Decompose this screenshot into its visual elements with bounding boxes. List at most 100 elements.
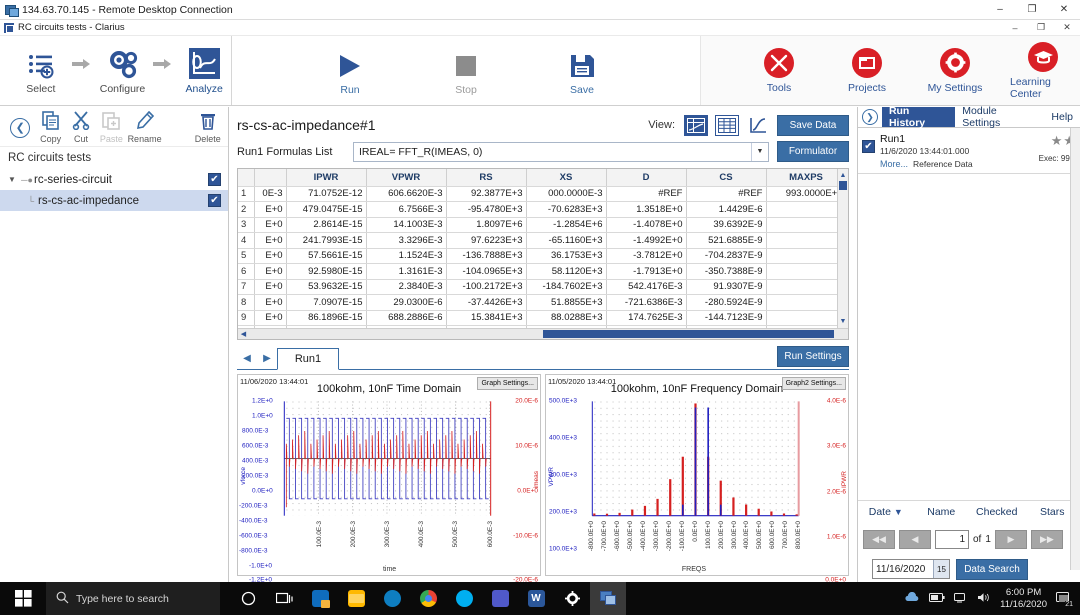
cortana-icon[interactable] bbox=[230, 582, 266, 615]
table-column-header[interactable]: MAXPS bbox=[766, 169, 846, 186]
table-cell[interactable]: 97.6223E+3 bbox=[446, 233, 526, 249]
table-cell[interactable]: E+0 bbox=[254, 295, 286, 311]
teams-icon[interactable] bbox=[482, 582, 518, 615]
explorer-back-button[interactable]: ❮ bbox=[6, 118, 34, 138]
table-cell[interactable]: 1.4429E-6 bbox=[686, 202, 766, 218]
table-cell[interactable]: -100.2172E+3 bbox=[446, 279, 526, 295]
table-cell[interactable]: -37.4426E+3 bbox=[446, 295, 526, 311]
run-more-link[interactable]: More... bbox=[880, 159, 908, 169]
table-cell[interactable]: 1.1524E-3 bbox=[366, 248, 446, 264]
scroll-up-arrow-icon[interactable]: ▲ bbox=[838, 169, 848, 181]
save-button[interactable]: Save bbox=[549, 46, 615, 96]
formulator-button[interactable]: Formulator bbox=[777, 141, 849, 162]
table-cell[interactable]: 606.6620E-3 bbox=[366, 186, 446, 202]
table-cell[interactable] bbox=[766, 233, 846, 249]
table-row[interactable]: 6E+092.5980E-151.3161E-3-104.0965E+358.1… bbox=[238, 264, 849, 280]
prev-page-button[interactable]: ◀ bbox=[899, 530, 931, 549]
minimize-button[interactable]: – bbox=[984, 0, 1016, 20]
stop-button[interactable]: Stop bbox=[433, 46, 499, 96]
table-cell[interactable]: 29.0300E-6 bbox=[366, 295, 446, 311]
row-number-cell[interactable]: 3 bbox=[238, 217, 254, 233]
app-minimize-button[interactable]: – bbox=[1002, 20, 1028, 36]
table-cell[interactable]: -1.7913E+0 bbox=[606, 264, 686, 280]
sort-descending-icon[interactable]: ▼ bbox=[894, 507, 903, 517]
table-column-header[interactable] bbox=[254, 169, 286, 186]
table-column-header[interactable]: IPWR bbox=[286, 169, 366, 186]
scroll-right-arrow-icon[interactable]: ▶ bbox=[826, 330, 837, 338]
table-cell[interactable]: 91.9307E-9 bbox=[686, 279, 766, 295]
frequency-domain-graph[interactable]: 11/05/2020 13:44:01 100kohm, 10nF Freque… bbox=[545, 374, 849, 576]
table-cell[interactable]: 1.8097E+6 bbox=[446, 217, 526, 233]
app-restore-button[interactable]: ❐ bbox=[1028, 20, 1054, 36]
row-number-cell[interactable]: 4 bbox=[238, 233, 254, 249]
table-cell[interactable]: 86.1896E-15 bbox=[286, 310, 366, 326]
table-cell[interactable] bbox=[766, 310, 846, 326]
table-cell[interactable]: #REF bbox=[606, 186, 686, 202]
table-cell[interactable]: 14.1003E-3 bbox=[366, 217, 446, 233]
battery-icon[interactable] bbox=[929, 593, 945, 604]
table-row[interactable]: 3E+02.8614E-1514.1003E-31.8097E+6-1.2854… bbox=[238, 217, 849, 233]
chrome-icon[interactable] bbox=[410, 582, 446, 615]
time-domain-graph[interactable]: 11/06/2020 13:44:01 100kohm, 10nF Time D… bbox=[237, 374, 541, 576]
table-cell[interactable]: 000.0000E-3 bbox=[526, 186, 606, 202]
right-panel-scrollbar[interactable] bbox=[1070, 128, 1080, 570]
network-icon[interactable] bbox=[954, 592, 968, 605]
table-cell[interactable]: E+0 bbox=[254, 248, 286, 264]
table-cell[interactable]: E+0 bbox=[254, 202, 286, 218]
page-number-input[interactable]: 1 bbox=[935, 530, 969, 549]
column-checked[interactable]: Checked bbox=[969, 506, 1025, 518]
table-cell[interactable] bbox=[766, 279, 846, 295]
horizontal-scroll-thumb[interactable] bbox=[543, 330, 834, 338]
data-search-button[interactable]: Data Search bbox=[956, 559, 1028, 580]
table-row[interactable]: 7E+053.9632E-152.3840E-3-100.2172E+3-184… bbox=[238, 279, 849, 295]
graph-and-sheet-view-icon[interactable] bbox=[684, 115, 708, 136]
table-cell[interactable]: 71.0752E-12 bbox=[286, 186, 366, 202]
date-input[interactable]: 11/16/2020 15 bbox=[872, 559, 950, 579]
table-cell[interactable]: -704.2837E-9 bbox=[686, 248, 766, 264]
word-icon[interactable]: W bbox=[518, 582, 554, 615]
table-vertical-scrollbar[interactable]: ▲ ▼ bbox=[837, 169, 848, 339]
ribbon-step-select[interactable]: Select bbox=[14, 46, 68, 95]
table-cell[interactable]: E+0 bbox=[254, 264, 286, 280]
learning-center-button[interactable]: Learning Center bbox=[1010, 42, 1076, 100]
table-cell[interactable]: -144.7123E-9 bbox=[686, 310, 766, 326]
run-settings-button[interactable]: Run Settings bbox=[777, 346, 849, 367]
table-cell[interactable]: 36.1753E+3 bbox=[526, 248, 606, 264]
table-column-header[interactable]: RS bbox=[446, 169, 526, 186]
tab-next-button[interactable]: ▶ bbox=[257, 353, 277, 369]
tools-button[interactable]: Tools bbox=[746, 48, 812, 94]
table-cell[interactable]: -3.7812E+0 bbox=[606, 248, 686, 264]
table-cell[interactable]: 688.2886E-6 bbox=[366, 310, 446, 326]
table-cell[interactable]: -721.6386E-3 bbox=[606, 295, 686, 311]
app-close-button[interactable]: ✕ bbox=[1054, 20, 1080, 36]
paste-button[interactable]: Paste bbox=[97, 111, 125, 144]
node-checkbox[interactable]: ✔ bbox=[208, 194, 221, 207]
table-cell[interactable]: 57.5661E-15 bbox=[286, 248, 366, 264]
run-button[interactable]: Run bbox=[317, 46, 383, 96]
table-cell[interactable]: -95.4780E+3 bbox=[446, 202, 526, 218]
edge-icon[interactable] bbox=[374, 582, 410, 615]
row-number-cell[interactable]: 2 bbox=[238, 202, 254, 218]
table-cell[interactable]: 521.6885E-9 bbox=[686, 233, 766, 249]
row-number-cell[interactable]: 1 bbox=[238, 186, 254, 202]
table-cell[interactable]: 92.5980E-15 bbox=[286, 264, 366, 280]
notification-center-icon[interactable]: 21 bbox=[1056, 591, 1072, 607]
table-column-header[interactable]: XS bbox=[526, 169, 606, 186]
table-cell[interactable]: 51.8855E+3 bbox=[526, 295, 606, 311]
table-cell[interactable]: 7.0907E-15 bbox=[286, 295, 366, 311]
file-explorer-icon[interactable] bbox=[338, 582, 374, 615]
table-cell[interactable]: -65.1160E+3 bbox=[526, 233, 606, 249]
table-column-header[interactable] bbox=[238, 169, 254, 186]
table-cell[interactable]: -104.0965E+3 bbox=[446, 264, 526, 280]
column-name[interactable]: Name bbox=[914, 506, 970, 518]
table-cell[interactable]: 2.3840E-3 bbox=[366, 279, 446, 295]
tree-node-rs-cs-ac-impedance[interactable]: └ rs-cs-ac-impedance ✔ bbox=[0, 190, 228, 211]
formula-select[interactable]: IREAL= FFT_R(IMEAS, 0) ▼ bbox=[353, 142, 769, 162]
table-row[interactable]: 9E+086.1896E-15688.2886E-615.3841E+388.0… bbox=[238, 310, 849, 326]
copy-button[interactable]: Copy bbox=[36, 111, 64, 144]
table-cell[interactable]: 1.3161E-3 bbox=[366, 264, 446, 280]
skype-icon[interactable] bbox=[446, 582, 482, 615]
save-data-button[interactable]: Save Data bbox=[777, 115, 849, 136]
sheet-view-icon[interactable] bbox=[715, 115, 739, 136]
row-number-cell[interactable]: 7 bbox=[238, 279, 254, 295]
